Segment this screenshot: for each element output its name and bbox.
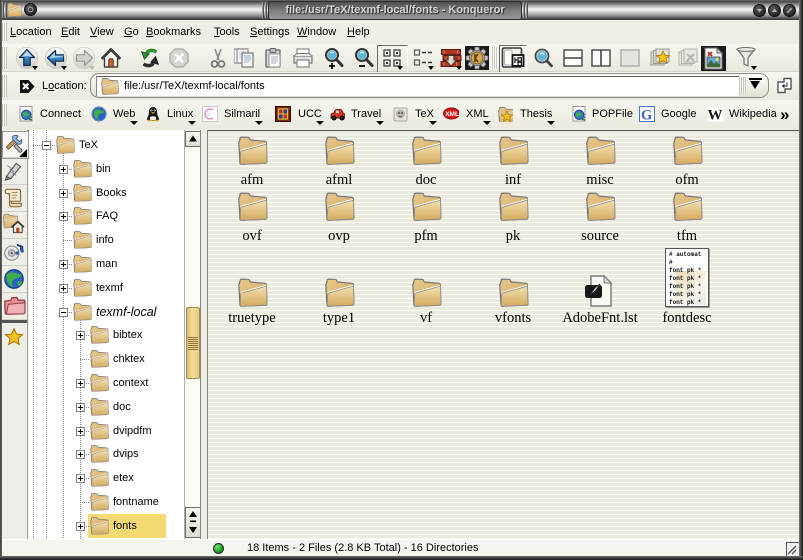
svg-text:G: G: [207, 112, 210, 117]
svg-text:W: W: [708, 108, 723, 123]
svg-text:G: G: [641, 108, 652, 123]
svg-text:XML: XML: [445, 111, 459, 118]
